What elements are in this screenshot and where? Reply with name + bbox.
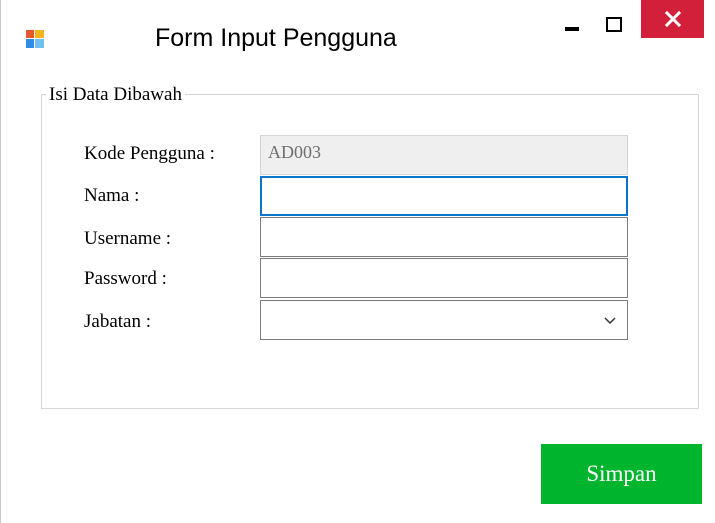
- save-button[interactable]: Simpan: [541, 444, 702, 504]
- chevron-down-icon: [604, 317, 616, 325]
- app-form-icon: [26, 30, 44, 48]
- groupbox-legend: Isi Data Dibawah: [46, 84, 185, 106]
- title-bar[interactable]: Form Input Pengguna: [1, 0, 715, 86]
- jabatan-label: Jabatan :: [84, 311, 152, 332]
- form-window: Form Input Pengguna Isi Data Dibawah Kod…: [0, 0, 715, 523]
- password-input[interactable]: [260, 258, 628, 298]
- nama-label: Nama :: [84, 185, 140, 206]
- kode-pengguna-field: AD003: [260, 135, 628, 175]
- jabatan-select[interactable]: [260, 300, 628, 340]
- close-icon: [664, 11, 681, 27]
- close-button[interactable]: [641, 0, 704, 38]
- window-title: Form Input Pengguna: [155, 24, 397, 52]
- maximize-icon: [606, 16, 622, 32]
- password-label: Password :: [84, 268, 167, 289]
- username-label: Username :: [84, 228, 172, 249]
- nama-input[interactable]: [260, 176, 628, 216]
- maximize-button[interactable]: [599, 9, 629, 39]
- minimize-icon: [565, 27, 579, 31]
- minimize-button[interactable]: [557, 9, 587, 39]
- username-input[interactable]: [260, 217, 628, 257]
- kode-pengguna-label: Kode Pengguna :: [84, 143, 215, 164]
